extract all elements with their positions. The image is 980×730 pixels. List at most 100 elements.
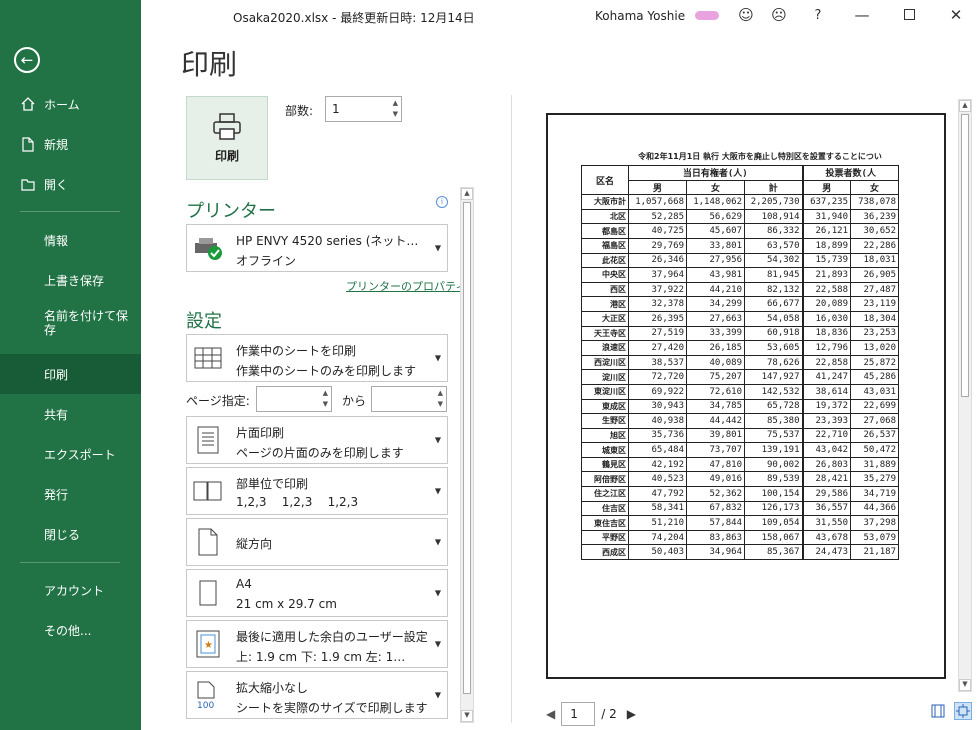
value-cell: 34,785 xyxy=(686,398,745,415)
value-cell: 31,940 xyxy=(801,208,851,225)
sidebar-item-print[interactable]: 印刷 xyxy=(0,354,141,394)
sidebar-item-label: その他... xyxy=(44,623,92,638)
spin-up-icon[interactable]: ▲ xyxy=(393,99,398,107)
printer-name: HP ENVY 4520 series (ネット… xyxy=(236,234,419,248)
spin-down-icon[interactable]: ▼ xyxy=(393,110,398,118)
ward-cell: 住之江区 xyxy=(581,486,629,502)
zoom-to-page-icon[interactable] xyxy=(954,702,972,720)
preview-scrollbar[interactable]: ▲ ▼ xyxy=(958,99,972,692)
sidebar-item-new[interactable]: 新規 xyxy=(0,133,141,155)
value-cell: 34,299 xyxy=(686,296,745,312)
sidebar-item-account[interactable]: アカウント xyxy=(0,579,141,601)
value-cell: 90,002 xyxy=(744,456,803,473)
table-row: 都島区 40,725 45,607 86,332 26,121 30,652 xyxy=(581,223,899,239)
sides-dropdown[interactable]: 片面印刷 ページの片面のみを印刷します ▼ xyxy=(186,416,448,464)
scroll-down-icon[interactable]: ▼ xyxy=(461,710,473,722)
sidebar-item-more[interactable]: その他... xyxy=(0,619,141,641)
sidebar-item-export[interactable]: エクスポート xyxy=(0,443,141,465)
value-cell: 26,537 xyxy=(850,427,899,444)
back-arrow-icon[interactable]: ← xyxy=(14,47,40,73)
printer-dropdown[interactable]: HP ENVY 4520 series (ネット… オフライン ▼ xyxy=(186,224,448,272)
value-cell: 54,058 xyxy=(744,310,803,327)
table-row: 平野区 74,204 83,863 158,067 43,678 53,079 xyxy=(581,529,899,546)
spin-down-icon[interactable]: ▼ xyxy=(438,400,443,408)
paper-size-dropdown[interactable]: A4 21 cm x 29.7 cm ▼ xyxy=(186,569,448,617)
sidebar-item-home[interactable]: ホーム xyxy=(0,93,141,115)
settings-scrollbar[interactable]: ▲ ▼ xyxy=(460,187,474,723)
sidebar-item-label: 名前を付けて保存 xyxy=(44,309,128,337)
prev-page-icon[interactable]: ◀ xyxy=(546,707,555,721)
info-icon[interactable]: i xyxy=(436,196,448,208)
col-ward-header: 区名 xyxy=(581,165,629,196)
user-name[interactable]: Kohama Yoshie xyxy=(595,9,685,23)
value-cell: 27,519 xyxy=(628,325,687,342)
value-cell: 27,420 xyxy=(628,340,687,356)
maximize-icon[interactable] xyxy=(899,6,919,24)
value-cell: 75,537 xyxy=(744,427,803,444)
value-cell: 49,016 xyxy=(686,471,745,488)
avatar[interactable] xyxy=(695,11,719,20)
scaling-dropdown[interactable]: 100 拡大縮小なし シートを実際のサイズで印刷します ▼ xyxy=(186,671,448,719)
collate-dropdown[interactable]: 部単位で印刷 1,2,3 1,2,3 1,2,3 ▼ xyxy=(186,467,448,515)
spin-up-icon[interactable]: ▲ xyxy=(323,389,328,397)
table-row: 東淀川区 69,922 72,610 142,532 38,614 43,031 xyxy=(581,383,899,400)
value-cell: 52,285 xyxy=(628,208,687,225)
save-as-line1: 名前を付けて保 xyxy=(44,309,129,323)
sidebar-item-save[interactable]: 上書き保存 xyxy=(0,269,141,291)
ward-cell: 住吉区 xyxy=(581,500,629,517)
sidebar-item-info[interactable]: 情報 xyxy=(0,229,141,251)
chevron-down-icon: ▼ xyxy=(434,486,441,496)
spin-down-icon[interactable]: ▼ xyxy=(323,400,328,408)
value-cell: 43,042 xyxy=(801,442,851,458)
frown-icon[interactable]: ☹ xyxy=(769,6,789,24)
chevron-down-icon: ▼ xyxy=(434,588,441,598)
copies-stepper[interactable]: 1 ▲ ▼ xyxy=(325,96,402,122)
smile-icon[interactable]: ☺ xyxy=(736,6,756,24)
help-icon[interactable]: ? xyxy=(808,8,828,23)
scroll-up-icon[interactable]: ▲ xyxy=(959,100,971,112)
margins-dropdown[interactable]: ★ 最後に適用した余白のユーザー設定 上: 1.9 cm 下: 1.9 cm 左… xyxy=(186,620,448,668)
sidebar-item-label: 発行 xyxy=(44,487,69,502)
value-cell: 33,399 xyxy=(686,325,745,342)
scrollbar-thumb[interactable] xyxy=(463,202,471,694)
value-cell: 73,707 xyxy=(686,442,745,458)
value-cell: 38,614 xyxy=(801,383,851,400)
sidebar-item-save-as[interactable]: 名前を付けて保存 xyxy=(0,309,141,345)
printer-properties-link[interactable]: プリンターのプロパティ xyxy=(346,278,466,294)
sidebar-item-close[interactable]: 閉じる xyxy=(0,523,141,545)
backstage-sidebar: ← ホーム 新規 開く 情報 上書き保存 名前を付けて保存 印刷 共有 エクスポ… xyxy=(0,0,141,730)
value-cell: 60,918 xyxy=(744,325,803,342)
pages-from-input[interactable]: ▲ ▼ xyxy=(256,386,332,412)
spin-up-icon[interactable]: ▲ xyxy=(438,389,443,397)
ward-cell: 大正区 xyxy=(581,310,629,327)
value-cell: 23,253 xyxy=(850,325,899,342)
ward-cell: 浪速区 xyxy=(581,340,629,356)
minimize-icon[interactable]: — xyxy=(852,6,872,24)
pages-to-input[interactable]: ▲ ▼ xyxy=(371,386,447,412)
value-cell: 108,914 xyxy=(744,208,803,225)
next-page-icon[interactable]: ▶ xyxy=(627,707,636,721)
sidebar-item-label: 開く xyxy=(44,177,69,192)
print-button[interactable]: 印刷 xyxy=(186,96,268,180)
value-cell: 139,191 xyxy=(744,442,803,458)
value-cell: 34,719 xyxy=(850,486,899,502)
value-cell: 40,089 xyxy=(686,354,745,371)
table-row: 浪速区 27,420 26,185 53,605 12,796 13,020 xyxy=(581,340,899,356)
sidebar-item-open[interactable]: 開く xyxy=(0,173,141,195)
scroll-up-icon[interactable]: ▲ xyxy=(461,188,473,200)
sidebar-item-publish[interactable]: 発行 xyxy=(0,483,141,505)
print-button-label: 印刷 xyxy=(214,148,239,163)
print-scope-dropdown[interactable]: 作業中のシートを印刷 作業中のシートのみを印刷します ▼ xyxy=(186,334,448,382)
value-cell: 66,677 xyxy=(744,296,803,312)
orientation-dropdown[interactable]: 縦方向 ▼ xyxy=(186,518,448,566)
page-number-input[interactable]: 1 xyxy=(561,702,596,726)
show-margins-icon[interactable] xyxy=(929,702,947,720)
print-pane: 印刷 印刷 部数: 1 ▲ ▼ プリンター i HP ENVY 4520 ser… xyxy=(141,33,980,730)
ward-cell: 阿倍野区 xyxy=(581,471,629,488)
sheet-clip: 区名 当日有権者(人) 投票者数(人 男 女 計 男 女 大阪市計 1,057,6… xyxy=(581,165,901,565)
close-icon[interactable]: ✕ xyxy=(946,6,966,24)
value-cell: 89,539 xyxy=(744,471,803,488)
sidebar-item-share[interactable]: 共有 xyxy=(0,403,141,425)
scroll-down-icon[interactable]: ▼ xyxy=(959,679,971,691)
scrollbar-thumb[interactable] xyxy=(961,114,969,397)
